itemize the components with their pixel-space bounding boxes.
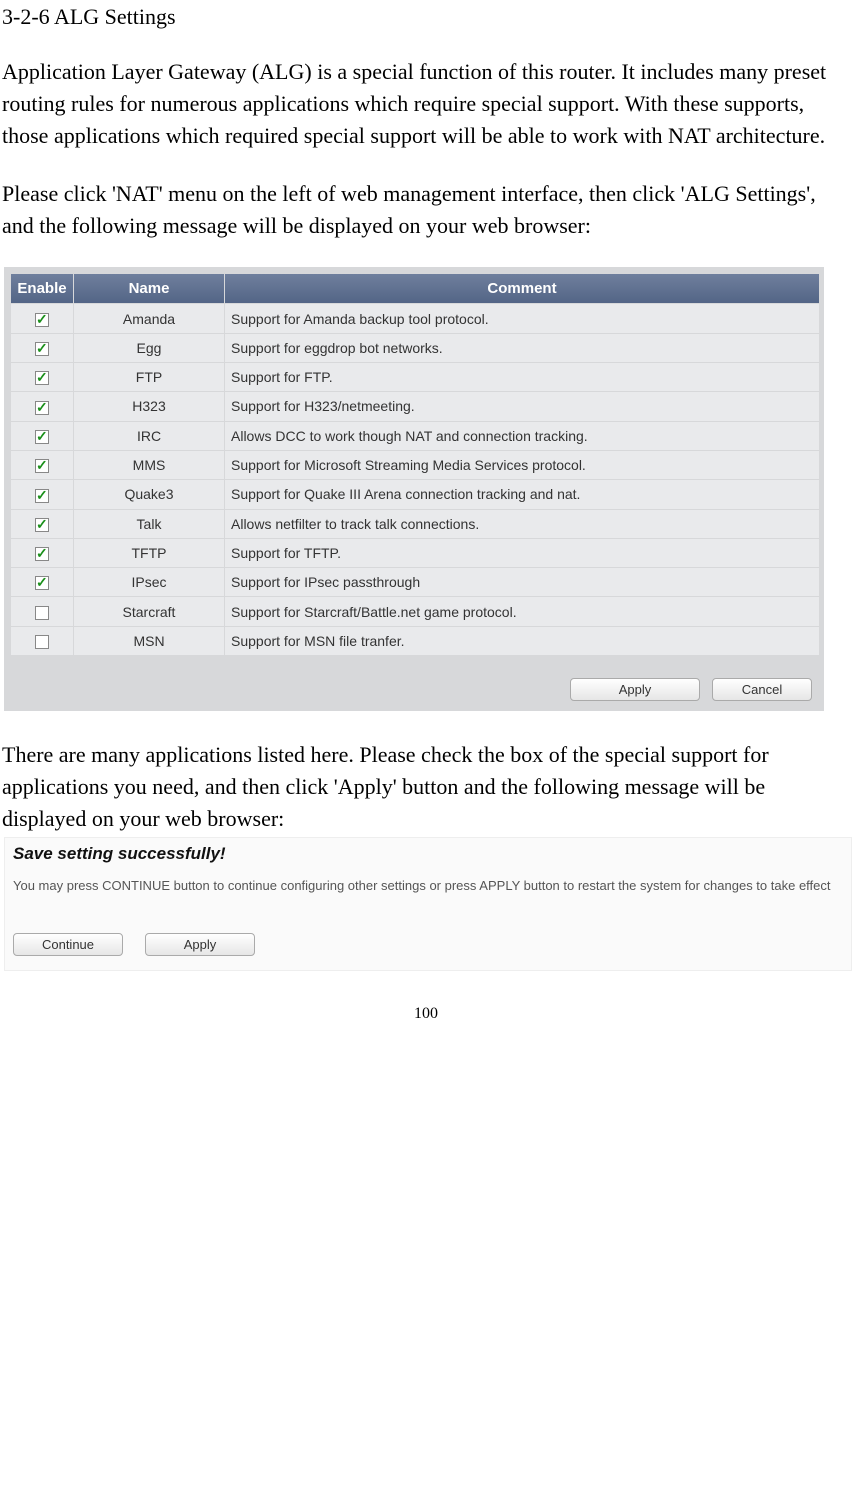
save-button-row: Continue Apply xyxy=(13,933,843,956)
enable-cell xyxy=(11,510,73,538)
cancel-button[interactable]: Cancel xyxy=(712,678,812,701)
enable-cell xyxy=(11,392,73,420)
name-cell: FTP xyxy=(74,363,224,391)
comment-cell: Allows netfilter to track talk connectio… xyxy=(225,510,819,538)
table-row: FTPSupport for FTP. xyxy=(11,363,819,391)
comment-cell: Support for H323/netmeeting. xyxy=(225,392,819,420)
enable-checkbox[interactable] xyxy=(35,635,49,649)
comment-cell: Support for Microsoft Streaming Media Se… xyxy=(225,451,819,479)
continue-button[interactable]: Continue xyxy=(13,933,123,956)
enable-cell xyxy=(11,627,73,655)
table-row: TFTPSupport for TFTP. xyxy=(11,539,819,567)
enable-checkbox[interactable] xyxy=(35,606,49,620)
enable-checkbox[interactable] xyxy=(35,401,49,415)
table-row: MSNSupport for MSN file tranfer. xyxy=(11,627,819,655)
enable-cell xyxy=(11,597,73,625)
table-row: StarcraftSupport for Starcraft/Battle.ne… xyxy=(11,597,819,625)
enable-checkbox[interactable] xyxy=(35,313,49,327)
comment-cell: Support for Starcraft/Battle.net game pr… xyxy=(225,597,819,625)
table-row: IRC Allows DCC to work though NAT and co… xyxy=(11,422,819,450)
enable-checkbox[interactable] xyxy=(35,518,49,532)
table-row: TalkAllows netfilter to track talk conne… xyxy=(11,510,819,538)
page-number: 100 xyxy=(2,1005,850,1023)
enable-cell xyxy=(11,480,73,508)
name-cell: Talk xyxy=(74,510,224,538)
intro-paragraph-1: Application Layer Gateway (ALG) is a spe… xyxy=(2,56,850,152)
enable-checkbox[interactable] xyxy=(35,342,49,356)
comment-cell: Support for TFTP. xyxy=(225,539,819,567)
comment-cell: Support for IPsec passthrough xyxy=(225,568,819,596)
enable-checkbox[interactable] xyxy=(35,459,49,473)
after-table-paragraph: There are many applications listed here.… xyxy=(2,739,850,835)
name-cell: IRC xyxy=(74,422,224,450)
enable-checkbox[interactable] xyxy=(35,371,49,385)
table-row: H323Support for H323/netmeeting. xyxy=(11,392,819,420)
save-text: You may press CONTINUE button to continu… xyxy=(13,878,843,895)
comment-cell: Support for Quake III Arena connection t… xyxy=(225,480,819,508)
name-cell: Amanda xyxy=(74,304,224,332)
table-row: Quake3Support for Quake III Arena connec… xyxy=(11,480,819,508)
enable-cell xyxy=(11,451,73,479)
comment-cell: Support for Amanda backup tool protocol. xyxy=(225,304,819,332)
enable-cell xyxy=(11,334,73,362)
name-cell: MMS xyxy=(74,451,224,479)
section-heading: 3-2-6 ALG Settings xyxy=(2,4,850,30)
comment-cell: Support for MSN file tranfer. xyxy=(225,627,819,655)
name-cell: Quake3 xyxy=(74,480,224,508)
comment-cell: Support for FTP. xyxy=(225,363,819,391)
table-row: MMS Support for Microsoft Streaming Medi… xyxy=(11,451,819,479)
name-cell: MSN xyxy=(74,627,224,655)
save-title: Save setting successfully! xyxy=(13,844,843,864)
enable-cell xyxy=(11,304,73,332)
header-enable: Enable xyxy=(11,274,73,303)
name-cell: Egg xyxy=(74,334,224,362)
apply-button-2[interactable]: Apply xyxy=(145,933,255,956)
enable-checkbox[interactable] xyxy=(35,576,49,590)
enable-cell xyxy=(11,422,73,450)
table-row: IPsecSupport for IPsec passthrough xyxy=(11,568,819,596)
save-confirmation-box: Save setting successfully! You may press… xyxy=(4,837,852,971)
table-row: EggSupport for eggdrop bot networks. xyxy=(11,334,819,362)
panel-button-row: Apply Cancel xyxy=(10,678,818,701)
header-comment: Comment xyxy=(225,274,819,303)
enable-cell xyxy=(11,539,73,567)
enable-checkbox[interactable] xyxy=(35,489,49,503)
enable-checkbox[interactable] xyxy=(35,547,49,561)
header-name: Name xyxy=(74,274,224,303)
comment-cell: Support for eggdrop bot networks. xyxy=(225,334,819,362)
enable-checkbox[interactable] xyxy=(35,430,49,444)
enable-cell xyxy=(11,363,73,391)
apply-button[interactable]: Apply xyxy=(570,678,700,701)
name-cell: H323 xyxy=(74,392,224,420)
table-row: AmandaSupport for Amanda backup tool pro… xyxy=(11,304,819,332)
intro-paragraph-2: Please click 'NAT' menu on the left of w… xyxy=(2,178,850,242)
name-cell: IPsec xyxy=(74,568,224,596)
comment-cell: Allows DCC to work though NAT and connec… xyxy=(225,422,819,450)
name-cell: TFTP xyxy=(74,539,224,567)
alg-table: Enable Name Comment AmandaSupport for Am… xyxy=(10,273,820,656)
alg-settings-panel: Enable Name Comment AmandaSupport for Am… xyxy=(4,267,824,711)
enable-cell xyxy=(11,568,73,596)
name-cell: Starcraft xyxy=(74,597,224,625)
